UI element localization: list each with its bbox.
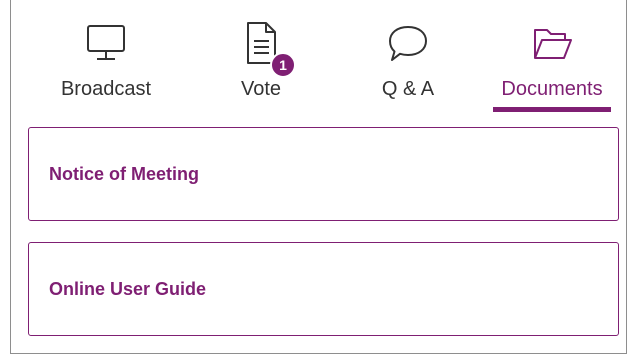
documents-panel: Broadcast 1 Vote Q & A Documents Notice … [10,0,627,354]
tab-documents[interactable]: Documents [483,0,621,114]
document-item-online-user-guide[interactable]: Online User Guide [28,242,619,336]
tab-broadcast[interactable]: Broadcast [31,0,181,114]
document-title: Notice of Meeting [49,164,200,184]
speech-bubble-icon [383,18,433,68]
tab-label: Vote [240,78,282,100]
vote-count-badge: 1 [270,52,296,78]
tab-label: Documents [501,78,603,100]
active-tab-indicator [493,107,611,112]
tab-label: Broadcast [60,78,152,100]
tab-vote[interactable]: 1 Vote [186,0,336,114]
monitor-icon [81,18,131,68]
folder-open-icon [527,18,577,68]
document-title: Online User Guide [49,279,207,299]
tab-label: Q & A [381,78,435,100]
tab-q-and-a[interactable]: Q & A [333,0,483,114]
document-item-notice-of-meeting[interactable]: Notice of Meeting [28,127,619,221]
tab-bar: Broadcast 1 Vote Q & A Documents [11,0,626,116]
